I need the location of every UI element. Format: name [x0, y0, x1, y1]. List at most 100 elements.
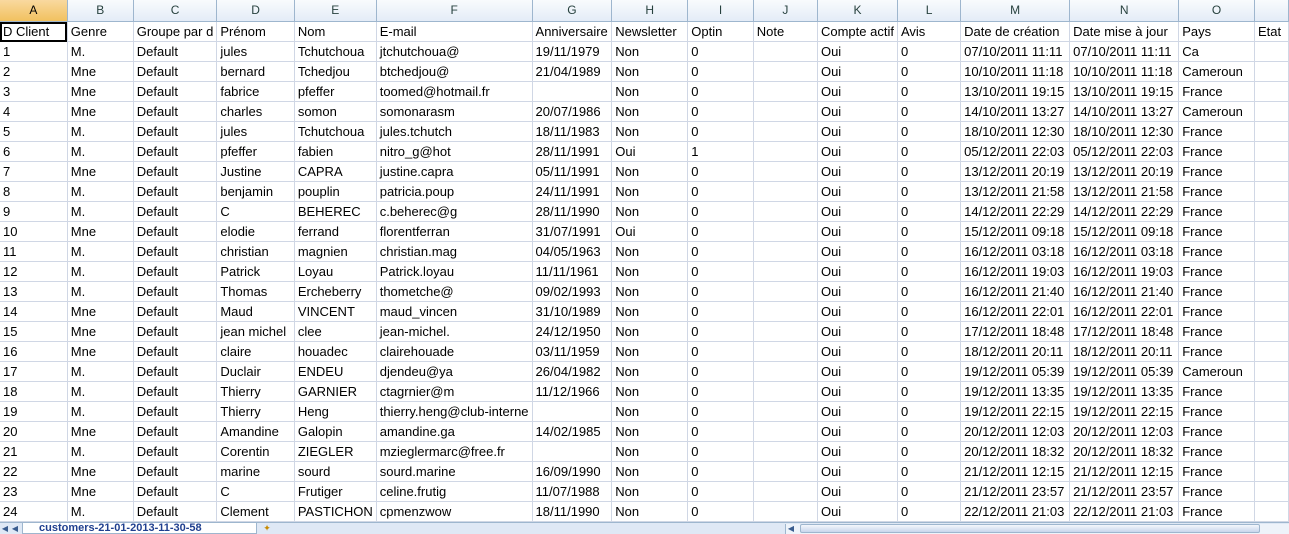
table-cell[interactable]: 0 [897, 441, 962, 462]
table-cell[interactable]: 28/11/1991 [532, 141, 613, 162]
table-cell[interactable]: pfeffer [294, 81, 377, 102]
table-cell[interactable]: Heng [294, 401, 377, 422]
table-cell[interactable]: 14/10/2011 13:27 [1069, 101, 1180, 122]
table-cell[interactable]: sourd.marine [376, 461, 533, 482]
table-cell[interactable]: Non [611, 261, 689, 282]
table-cell[interactable]: Default [133, 361, 218, 382]
table-cell[interactable]: Oui [817, 241, 898, 262]
insert-sheet-icon[interactable]: ✦ [258, 523, 276, 534]
table-cell[interactable]: 11/07/1988 [532, 481, 613, 502]
table-cell[interactable]: Amandine [216, 421, 295, 442]
table-cell[interactable]: 14 [0, 301, 68, 322]
table-cell[interactable] [753, 181, 818, 202]
table-cell[interactable]: Default [133, 321, 218, 342]
table-cell[interactable]: Mne [67, 301, 134, 322]
table-cell[interactable]: bernard [216, 61, 295, 82]
table-cell[interactable]: Oui [817, 301, 898, 322]
table-cell[interactable]: elodie [216, 221, 295, 242]
table-cell[interactable]: 11/12/1966 [532, 381, 613, 402]
table-cell[interactable]: Duclair [216, 361, 295, 382]
table-cell[interactable]: Mne [67, 101, 134, 122]
column-letter-header[interactable]: C [133, 0, 218, 22]
table-cell[interactable]: 0 [897, 261, 962, 282]
table-cell[interactable]: 05/12/2011 22:03 [960, 141, 1071, 162]
table-cell[interactable]: 0 [897, 241, 962, 262]
table-cell[interactable]: France [1178, 381, 1255, 402]
table-cell[interactable]: 0 [687, 421, 754, 442]
table-cell[interactable]: 16/12/2011 19:03 [960, 261, 1071, 282]
table-cell[interactable]: 22/12/2011 21:03 [960, 501, 1071, 522]
table-cell[interactable]: France [1178, 141, 1255, 162]
table-cell[interactable] [1254, 341, 1289, 362]
table-cell[interactable]: ctagrnier@m [376, 381, 533, 402]
table-cell[interactable]: 14/10/2011 13:27 [960, 101, 1071, 122]
table-cell[interactable]: charles [216, 101, 295, 122]
header-cell[interactable]: E-mail [376, 21, 533, 42]
table-cell[interactable]: Non [611, 401, 689, 422]
table-cell[interactable]: 24 [0, 501, 68, 522]
table-cell[interactable] [1254, 81, 1289, 102]
table-cell[interactable]: M. [67, 121, 134, 142]
table-cell[interactable]: 31/07/1991 [532, 221, 613, 242]
table-cell[interactable]: France [1178, 401, 1255, 422]
table-cell[interactable]: M. [67, 281, 134, 302]
table-cell[interactable]: 0 [897, 481, 962, 502]
table-cell[interactable]: Default [133, 381, 218, 402]
table-cell[interactable]: Oui [817, 441, 898, 462]
table-cell[interactable]: 13/12/2011 20:19 [960, 161, 1071, 182]
header-cell[interactable]: Avis [897, 21, 962, 42]
table-cell[interactable]: 19/12/2011 13:35 [1069, 381, 1180, 402]
table-cell[interactable]: 16/12/2011 03:18 [960, 241, 1071, 262]
table-cell[interactable]: Oui [817, 281, 898, 302]
table-cell[interactable]: Oui [817, 501, 898, 522]
table-cell[interactable]: Patrick.loyau [376, 261, 533, 282]
table-cell[interactable]: 0 [897, 361, 962, 382]
table-cell[interactable]: jean-michel. [376, 321, 533, 342]
table-cell[interactable]: Default [133, 281, 218, 302]
header-cell[interactable]: Date mise à jour [1069, 21, 1180, 42]
table-cell[interactable]: 16/12/2011 22:01 [960, 301, 1071, 322]
column-letter-header[interactable]: J [753, 0, 818, 22]
table-cell[interactable]: patricia.poup [376, 181, 533, 202]
table-cell[interactable]: 13/12/2011 21:58 [960, 181, 1071, 202]
table-cell[interactable]: florentferran [376, 221, 533, 242]
table-cell[interactable]: Default [133, 421, 218, 442]
table-cell[interactable]: Default [133, 301, 218, 322]
table-cell[interactable]: 8 [0, 181, 68, 202]
table-cell[interactable]: Default [133, 401, 218, 422]
table-cell[interactable] [753, 301, 818, 322]
table-cell[interactable]: 20/12/2011 12:03 [1069, 421, 1180, 442]
table-cell[interactable]: France [1178, 441, 1255, 462]
table-cell[interactable]: M. [67, 241, 134, 262]
table-cell[interactable]: M. [67, 261, 134, 282]
table-cell[interactable]: 21/12/2011 12:15 [1069, 461, 1180, 482]
table-cell[interactable]: 0 [687, 381, 754, 402]
table-cell[interactable]: CAPRA [294, 161, 377, 182]
table-cell[interactable] [753, 341, 818, 362]
table-cell[interactable]: 17/12/2011 18:48 [960, 321, 1071, 342]
table-cell[interactable]: 05/11/1991 [532, 161, 613, 182]
table-cell[interactable]: Oui [817, 341, 898, 362]
table-cell[interactable]: 20 [0, 421, 68, 442]
table-cell[interactable]: 0 [897, 421, 962, 442]
table-cell[interactable]: clee [294, 321, 377, 342]
column-letter-header[interactable]: B [67, 0, 134, 22]
table-cell[interactable] [1254, 501, 1289, 522]
table-cell[interactable]: 18 [0, 381, 68, 402]
table-cell[interactable] [1254, 201, 1289, 222]
table-cell[interactable]: Default [133, 441, 218, 462]
table-cell[interactable]: toomed@hotmail.fr [376, 81, 533, 102]
table-cell[interactable]: pfeffer [216, 141, 295, 162]
table-cell[interactable]: 21/12/2011 23:57 [960, 481, 1071, 502]
table-cell[interactable]: 3 [0, 81, 68, 102]
table-cell[interactable]: 15/12/2011 09:18 [1069, 221, 1180, 242]
table-cell[interactable]: clairehouade [376, 341, 533, 362]
table-cell[interactable]: Cameroun [1178, 361, 1255, 382]
table-cell[interactable]: 0 [687, 401, 754, 422]
table-cell[interactable] [532, 441, 613, 462]
table-cell[interactable]: France [1178, 81, 1255, 102]
table-cell[interactable]: Non [611, 81, 689, 102]
table-cell[interactable]: France [1178, 321, 1255, 342]
table-cell[interactable]: France [1178, 341, 1255, 362]
table-cell[interactable]: Non [611, 201, 689, 222]
